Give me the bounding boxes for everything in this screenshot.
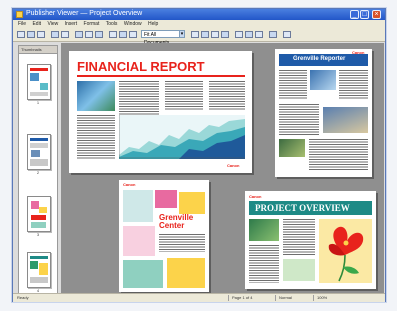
thumbnail-strip xyxy=(283,259,315,281)
app-icon xyxy=(16,11,23,18)
text-column xyxy=(77,115,115,159)
hand-tool-icon[interactable] xyxy=(235,31,243,38)
page-prev-icon[interactable] xyxy=(191,31,199,38)
text-column xyxy=(249,245,279,283)
photo-image xyxy=(279,139,305,157)
select-tool-icon[interactable] xyxy=(245,31,253,38)
area-chart-graphic xyxy=(119,115,245,159)
minimize-button[interactable]: _ xyxy=(350,10,359,19)
text-column xyxy=(283,219,315,255)
text-column xyxy=(159,234,205,252)
flyer-title: Grenville Center xyxy=(159,213,194,230)
page-flyer[interactable]: Canon Grenville Center xyxy=(119,180,209,292)
status-text: Ready xyxy=(17,295,29,300)
photo-image xyxy=(77,81,115,111)
menu-tools[interactable]: Tools xyxy=(106,21,118,27)
text-column xyxy=(339,70,368,100)
zoom-icon[interactable] xyxy=(129,31,137,38)
text-column xyxy=(209,81,245,111)
canon-logo: Canon xyxy=(249,194,262,199)
toolbar: Fit All Documents ▾ xyxy=(13,28,385,46)
thumbnail-page-1[interactable] xyxy=(27,64,51,100)
newsletter-title: Grenville Reporter xyxy=(293,56,346,62)
photo-image xyxy=(310,70,336,90)
redo-icon[interactable] xyxy=(119,31,127,38)
page-newsletter[interactable]: Grenville Reporter Canon xyxy=(275,49,372,177)
preview-icon[interactable] xyxy=(61,31,69,38)
page-next-icon[interactable] xyxy=(201,31,209,38)
page-financial-report[interactable]: FINANCIAL REPORT Canon xyxy=(69,51,252,173)
menu-edit[interactable]: Edit xyxy=(32,21,41,27)
text-column xyxy=(165,81,203,111)
canon-logo: Canon xyxy=(352,50,365,55)
thumbnail-label: 2 xyxy=(36,170,40,175)
window-title: Publisher Viewer — Project Overview xyxy=(26,10,143,17)
menu-format[interactable]: Format xyxy=(84,21,100,27)
zoom-select[interactable]: Fit All Documents xyxy=(141,30,181,46)
financial-report-title: FINANCIAL REPORT xyxy=(77,59,205,74)
menu-bar: File Edit View Insert Format Tools Windo… xyxy=(13,20,385,28)
paste-icon[interactable] xyxy=(95,31,103,38)
chevron-down-icon[interactable]: ▾ xyxy=(179,30,185,38)
undo-icon[interactable] xyxy=(109,31,117,38)
last-page-icon[interactable] xyxy=(221,31,229,38)
rotate-icon[interactable] xyxy=(269,31,277,38)
menu-help[interactable]: Help xyxy=(148,21,158,27)
maximize-button[interactable]: □ xyxy=(360,10,369,19)
page-project-overview[interactable]: Canon PROJECT OVERVIEW xyxy=(245,191,376,289)
first-page-icon[interactable] xyxy=(211,31,219,38)
flyer-panel xyxy=(123,190,153,222)
flyer-panel xyxy=(155,190,177,208)
status-bar: Ready Page 1 of 4 Normal 100% xyxy=(13,293,385,302)
canon-logo: Canon xyxy=(123,182,136,187)
project-title: PROJECT OVERVIEW xyxy=(255,203,350,213)
thumbnail-page-2[interactable] xyxy=(27,134,51,170)
text-tool-icon[interactable] xyxy=(255,31,263,38)
flyer-panel xyxy=(123,226,155,256)
status-zoom: 100% xyxy=(317,295,328,300)
text-column xyxy=(279,104,319,136)
title-rule xyxy=(77,75,245,77)
text-column xyxy=(279,70,307,100)
close-button[interactable]: × xyxy=(372,10,381,19)
menu-window[interactable]: Window xyxy=(124,21,142,27)
save-icon[interactable] xyxy=(37,31,45,38)
flower-illustration xyxy=(319,219,372,283)
menu-view[interactable]: View xyxy=(47,21,58,27)
copy-icon[interactable] xyxy=(85,31,93,38)
canon-logo: Canon xyxy=(227,163,240,168)
flyer-panel xyxy=(167,258,205,288)
thumbnail-label: 3 xyxy=(36,232,40,237)
thumbnail-pane-header: Thumbnails xyxy=(19,46,57,54)
app-window: Publisher Viewer — Project Overview _ □ … xyxy=(12,8,386,302)
menu-insert[interactable]: Insert xyxy=(65,21,78,27)
status-page: Page 1 of 4 xyxy=(232,295,253,300)
print-icon[interactable] xyxy=(51,31,59,38)
thumbnail-page-3[interactable] xyxy=(27,196,51,232)
flyer-panel xyxy=(123,260,163,288)
text-column xyxy=(309,139,368,171)
cut-icon[interactable] xyxy=(75,31,83,38)
flower-graphic xyxy=(328,226,364,282)
new-icon[interactable] xyxy=(17,31,25,38)
thumbnail-label: 1 xyxy=(36,100,40,105)
photo-image xyxy=(249,219,279,241)
document-workspace[interactable]: FINANCIAL REPORT Canon Grenville Reporte… xyxy=(61,43,384,293)
thumbnail-pane: Thumbnails 1 2 3 4 xyxy=(18,45,58,294)
thumbnail-page-4[interactable] xyxy=(27,252,51,288)
photo-image xyxy=(323,107,368,133)
menu-file[interactable]: File xyxy=(18,21,26,27)
help-icon[interactable] xyxy=(283,31,291,38)
open-icon[interactable] xyxy=(27,31,35,38)
status-mode: Normal xyxy=(279,295,292,300)
title-bar: Publisher Viewer — Project Overview _ □ … xyxy=(13,9,385,20)
flyer-panel xyxy=(179,192,205,214)
